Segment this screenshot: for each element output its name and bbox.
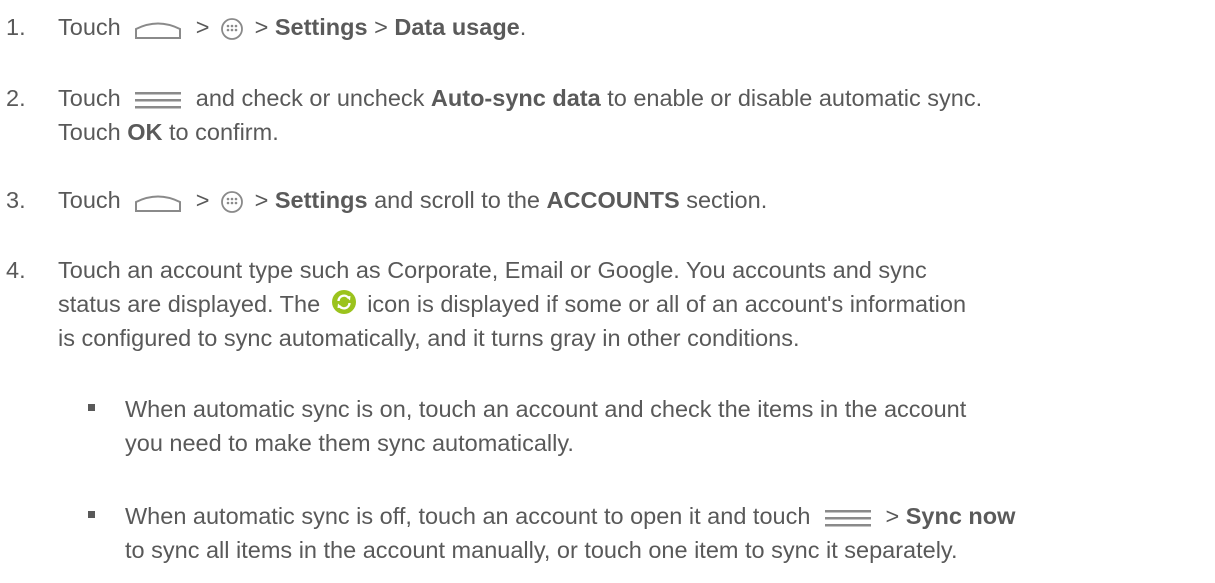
touch-word: Touch	[58, 14, 121, 40]
settings-label: Settings	[274, 14, 368, 40]
touch-word: Touch	[58, 119, 121, 145]
separator: >	[374, 14, 388, 40]
settings-label: Settings	[274, 187, 368, 213]
bullet-text: When automatic sync is on, touch an acco…	[125, 396, 967, 422]
sync-now-label: Sync now	[905, 503, 1016, 529]
touch-word: Touch	[58, 85, 121, 111]
step-text-part: to enable or disable automatic sync.	[607, 85, 983, 111]
step-text: Touch > > Settings and scroll to the ACC…	[58, 183, 1198, 217]
bullet-text: When automatic sync is off, touch an acc…	[125, 499, 1015, 533]
step-text-part: icon is displayed if some or all of an a…	[367, 291, 967, 317]
step-number: 1.	[6, 14, 26, 40]
apps-icon	[220, 190, 244, 214]
accounts-label: ACCOUNTS	[546, 187, 680, 213]
data-usage-label: Data usage	[394, 14, 520, 40]
separator: >	[195, 14, 210, 40]
step-number: 3.	[6, 187, 26, 213]
apps-icon	[220, 17, 244, 41]
step-text-line2: Touch OK to confirm.	[58, 115, 1198, 149]
auto-sync-label: Auto-sync data	[430, 85, 601, 111]
bullet-text-line2: you need to make them sync automatically…	[125, 430, 574, 456]
period: .	[519, 14, 527, 40]
menu-icon	[135, 91, 182, 109]
step-text: Touch > > Settings > Data usage.	[58, 10, 1198, 44]
bullet-marker	[88, 404, 95, 411]
step-text-part: status are displayed. The	[58, 291, 321, 317]
bullet-marker	[88, 511, 95, 518]
step-text-part: section.	[686, 187, 768, 213]
menu-icon	[824, 509, 871, 527]
step-number: 2.	[6, 85, 26, 111]
step-text: Touch and check or uncheck Auto-sync dat…	[58, 81, 1198, 115]
sync-icon	[331, 289, 356, 314]
home-icon	[133, 191, 183, 213]
step-text-part: and scroll to the	[374, 187, 540, 213]
separator: >	[195, 187, 210, 213]
step-text-line3: is configured to sync automatically, and…	[58, 325, 800, 351]
separator: >	[254, 187, 269, 213]
separator: >	[885, 503, 900, 529]
ok-label: OK	[127, 119, 163, 145]
bullet-text-part: When automatic sync is off, touch an acc…	[125, 503, 811, 529]
step-text-part: and check or uncheck	[195, 85, 425, 111]
step-text-line2: status are displayed. The icon is displa…	[58, 287, 1198, 321]
step-text: Touch an account type such as Corporate,…	[58, 257, 927, 283]
home-icon	[133, 18, 183, 40]
touch-word: Touch	[58, 187, 121, 213]
step-number: 4.	[6, 257, 26, 283]
separator: >	[254, 14, 269, 40]
step-text-part: to confirm.	[169, 119, 279, 145]
bullet-text-line2: to sync all items in the account manuall…	[125, 537, 958, 563]
